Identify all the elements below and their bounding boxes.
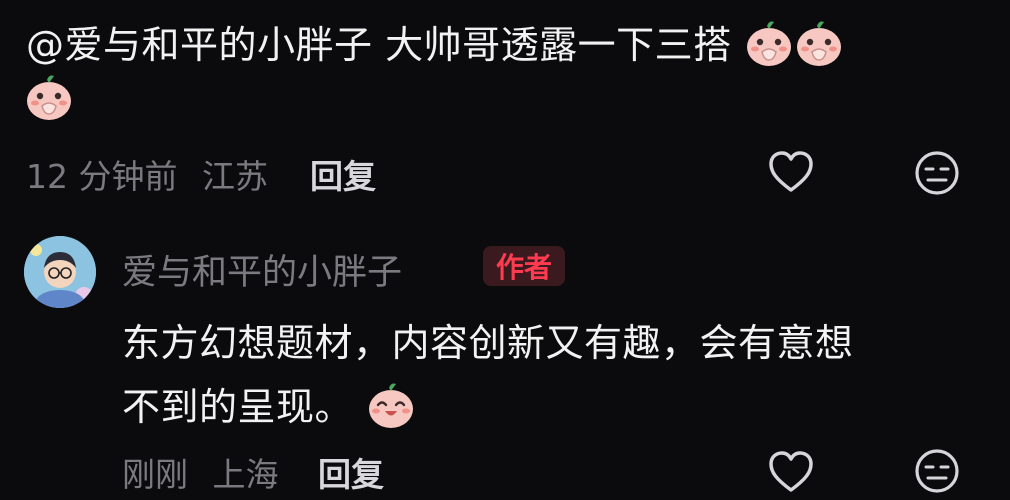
avatar[interactable] [24,236,96,308]
meh-face-icon[interactable] [914,448,960,498]
reply-time: 刚刚 [122,455,188,494]
heart-outline-icon[interactable] [768,150,814,198]
meh-face-icon[interactable] [914,150,960,200]
reply-text-line2-text: 不到的呈现。 [122,385,354,429]
happy-peach-emoji [366,380,416,439]
reply-username[interactable]: 爱与和平的小胖子 [122,244,402,295]
reply-text-line1: 东方幻想题材，内容创新又有趣，会有意想 [122,321,854,365]
cover-mouth-peach-emoji [744,18,794,77]
comment-location: 江苏 [201,157,268,196]
author-badge: 作者 [483,246,565,286]
cover-mouth-peach-emoji [794,18,844,77]
reply-text-line2: 不到的呈现。 [122,376,416,439]
reply-button[interactable]: 回复 [310,150,376,198]
cover-mouth-peach-emoji [24,72,74,126]
comment-time: 12 分钟前 [26,157,178,196]
reply-location: 上海 [212,455,279,494]
reply-button[interactable]: 回复 [318,448,384,496]
comment-meta: 12 分钟前 江苏 [26,150,268,198]
comment-emoji-row [24,72,74,126]
comment-text-line1: @爱与和平的小胖子 大帅哥透露一下三搭 [26,23,732,67]
reply-meta: 刚刚 上海 [122,448,279,496]
heart-outline-icon[interactable] [768,450,814,498]
comment-text: @爱与和平的小胖子 大帅哥透露一下三搭 [26,14,844,77]
